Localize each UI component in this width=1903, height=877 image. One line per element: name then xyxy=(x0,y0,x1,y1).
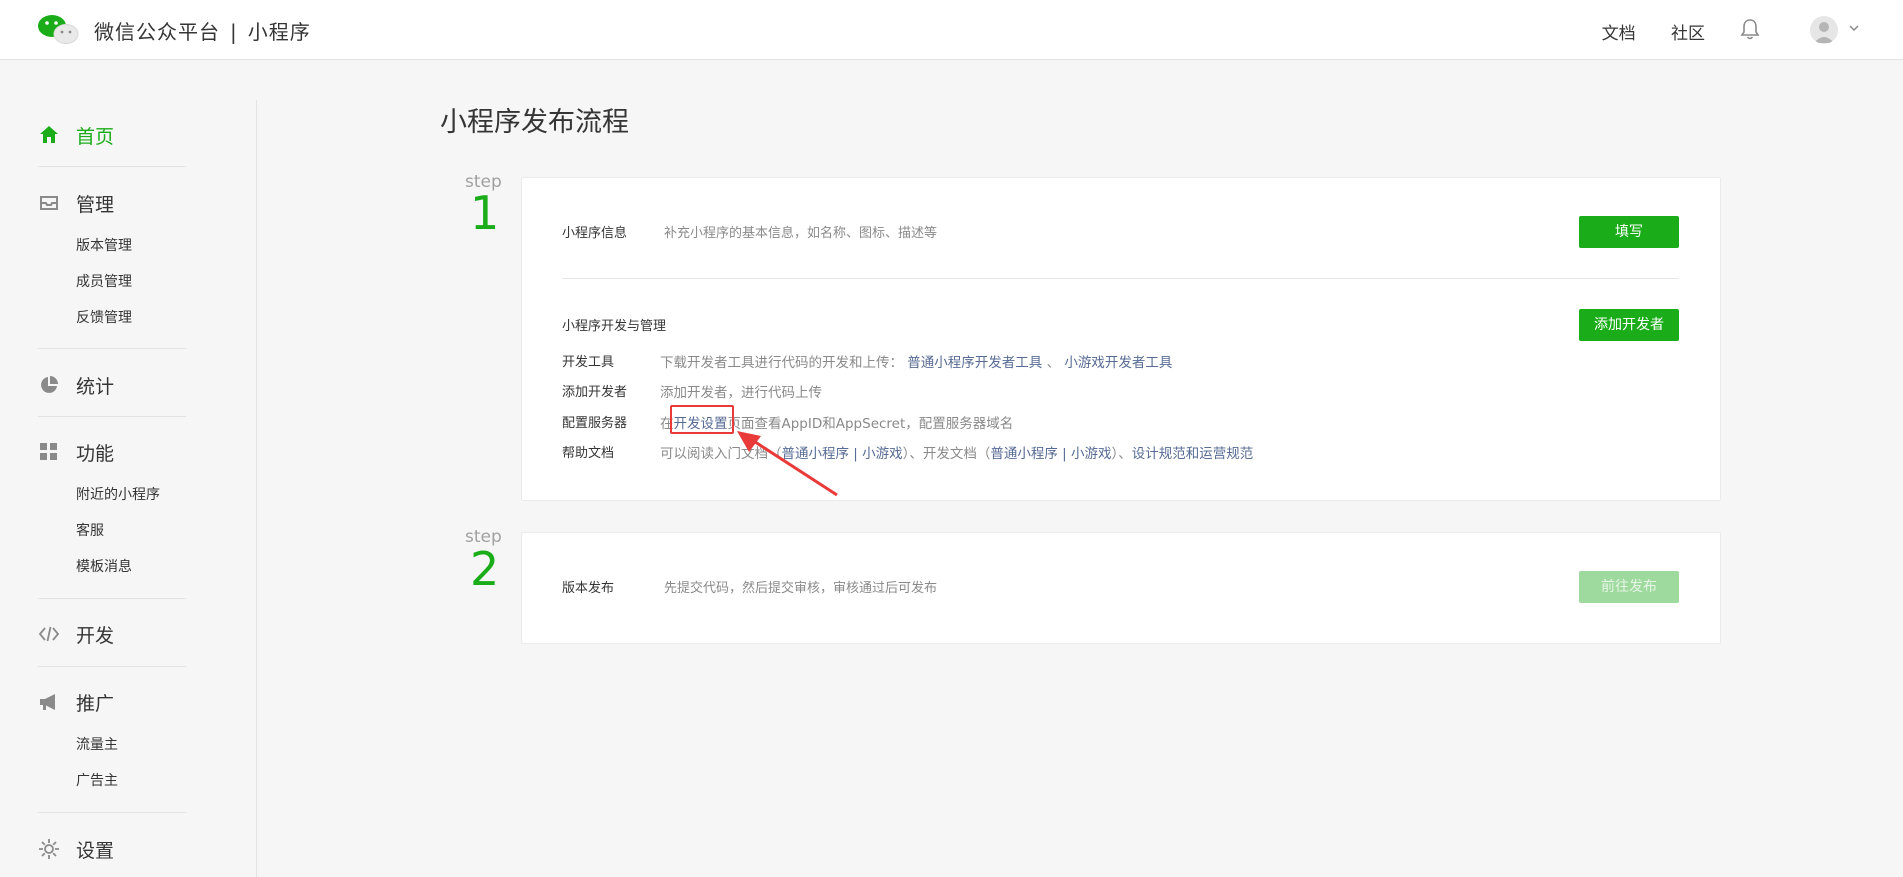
nav-manage: 管理 版本管理 成员管理 反馈管理 xyxy=(38,188,132,336)
chevron-down-icon[interactable] xyxy=(1848,22,1860,34)
add-dev-label: 添加开发者 xyxy=(562,385,628,400)
docs-link[interactable]: 文档 xyxy=(1602,24,1636,44)
highlight-box xyxy=(670,405,734,434)
info-title: 小程序信息 xyxy=(562,226,628,241)
nav-develop-label: 开发 xyxy=(76,624,115,647)
brand-title[interactable]: 微信公众平台 | 小程序 xyxy=(94,16,311,45)
top-links: 文档 社区 xyxy=(1572,19,1705,44)
nav-features-label: 功能 xyxy=(76,442,115,465)
wechat-logo-icon[interactable] xyxy=(36,12,80,46)
nav-manage-label: 管理 xyxy=(76,193,115,216)
miniprogram-devtools-link[interactable]: 普通小程序开发者工具 xyxy=(907,355,1042,371)
nav-features: 功能 附近的小程序 客服 模板消息 xyxy=(38,437,160,585)
help-and: 和 xyxy=(1185,446,1200,462)
design-spec-link[interactable]: 设计规范 xyxy=(1132,446,1186,462)
brand-separator: | xyxy=(230,20,238,44)
devdoc-minigame-link[interactable]: 小游戏 xyxy=(1071,446,1112,462)
intro-minigame-link[interactable]: 小游戏 xyxy=(862,446,903,462)
devdoc-miniprogram-link[interactable]: 普通小程序 xyxy=(990,446,1058,462)
pie-chart-icon xyxy=(41,376,58,393)
server-config-label: 配置服务器 xyxy=(562,416,628,431)
dev-tools-separator: 、 xyxy=(1046,355,1061,371)
nav-divider xyxy=(38,348,186,349)
user-icon xyxy=(1814,22,1834,43)
nav-stats[interactable]: 统计 xyxy=(38,370,114,400)
nav-settings[interactable]: 设置 xyxy=(38,834,114,864)
nav-customer-service[interactable]: 客服 xyxy=(76,513,160,549)
step2-number: 2 xyxy=(470,542,500,596)
nav-divider xyxy=(38,166,186,167)
help-docs-label: 帮助文档 xyxy=(562,446,615,461)
nav-member-manage[interactable]: 成员管理 xyxy=(76,264,132,300)
grid-icon xyxy=(40,443,57,460)
nav-divider xyxy=(38,416,186,417)
platform-name: 微信公众平台 xyxy=(94,20,220,44)
product-name: 小程序 xyxy=(247,20,311,44)
gear-icon xyxy=(39,839,59,859)
info-desc: 补充小程序的基本信息，如名称、图标、描述等 xyxy=(664,226,938,241)
help-mid: ）、开发文档（ xyxy=(902,446,991,462)
nav-promote: 推广 流量主 广告主 xyxy=(38,687,118,799)
help-bar: | xyxy=(849,446,863,462)
dev-tools-text: 下载开发者工具进行代码的开发和上传： 普通小程序开发者工具 、 小游戏开发者工具 xyxy=(660,351,1172,371)
nav-promote-label: 推广 xyxy=(76,692,115,715)
nav-stats-label: 统计 xyxy=(76,375,115,398)
top-bar: 微信公众平台 | 小程序 文档 社区 xyxy=(0,0,1903,60)
fill-in-button[interactable]: 填写 xyxy=(1579,216,1679,248)
avatar[interactable] xyxy=(1810,16,1838,44)
community-link[interactable]: 社区 xyxy=(1671,24,1705,44)
sidebar-border xyxy=(256,100,257,877)
dev-tools-label: 开发工具 xyxy=(562,355,615,370)
card-divider xyxy=(562,278,1679,279)
nav-settings-label: 设置 xyxy=(76,839,115,862)
help-bar: | xyxy=(1057,446,1072,462)
nav-develop[interactable]: 开发 xyxy=(38,619,114,649)
nav-divider xyxy=(38,598,186,599)
nav-divider xyxy=(38,812,186,813)
code-icon xyxy=(38,626,60,642)
add-dev-text: 添加开发者，进行代码上传 xyxy=(660,385,822,401)
nav-feedback-manage[interactable]: 反馈管理 xyxy=(76,300,132,336)
nav-nearby-miniprogram[interactable]: 附近的小程序 xyxy=(76,477,160,513)
add-developer-button[interactable]: 添加开发者 xyxy=(1579,309,1679,341)
nav-features-head[interactable]: 功能 xyxy=(38,437,160,467)
page-title: 小程序发布流程 xyxy=(440,107,629,138)
nav-divider xyxy=(38,666,186,667)
nav-advertiser[interactable]: 广告主 xyxy=(76,763,118,799)
go-publish-button[interactable]: 前往发布 xyxy=(1579,571,1679,603)
dev-tools-prefix: 下载开发者工具进行代码的开发和上传： xyxy=(660,355,903,371)
inbox-icon xyxy=(40,196,58,210)
megaphone-icon xyxy=(40,694,55,710)
version-release-desc: 先提交代码，然后提交审核，审核通过后可发布 xyxy=(664,581,938,596)
help-mid2: ）、 xyxy=(1111,446,1132,462)
bell-icon[interactable] xyxy=(1740,18,1760,40)
home-icon xyxy=(40,126,58,143)
nav-home-label: 首页 xyxy=(76,125,115,148)
nav-template-message[interactable]: 模板消息 xyxy=(76,549,160,585)
nav-home[interactable]: 首页 xyxy=(38,120,114,150)
nav-version-manage[interactable]: 版本管理 xyxy=(76,228,132,264)
arrow-icon xyxy=(737,431,838,497)
nav-promote-head[interactable]: 推广 xyxy=(38,687,118,717)
nav-manage-head[interactable]: 管理 xyxy=(38,188,132,218)
minigame-devtools-link[interactable]: 小游戏开发者工具 xyxy=(1064,355,1172,371)
operation-spec-link[interactable]: 运营规范 xyxy=(1199,446,1253,462)
step1-number: 1 xyxy=(470,186,500,240)
version-release-title: 版本发布 xyxy=(562,581,615,596)
nav-traffic-owner[interactable]: 流量主 xyxy=(76,727,118,763)
dev-title: 小程序开发与管理 xyxy=(562,319,667,334)
